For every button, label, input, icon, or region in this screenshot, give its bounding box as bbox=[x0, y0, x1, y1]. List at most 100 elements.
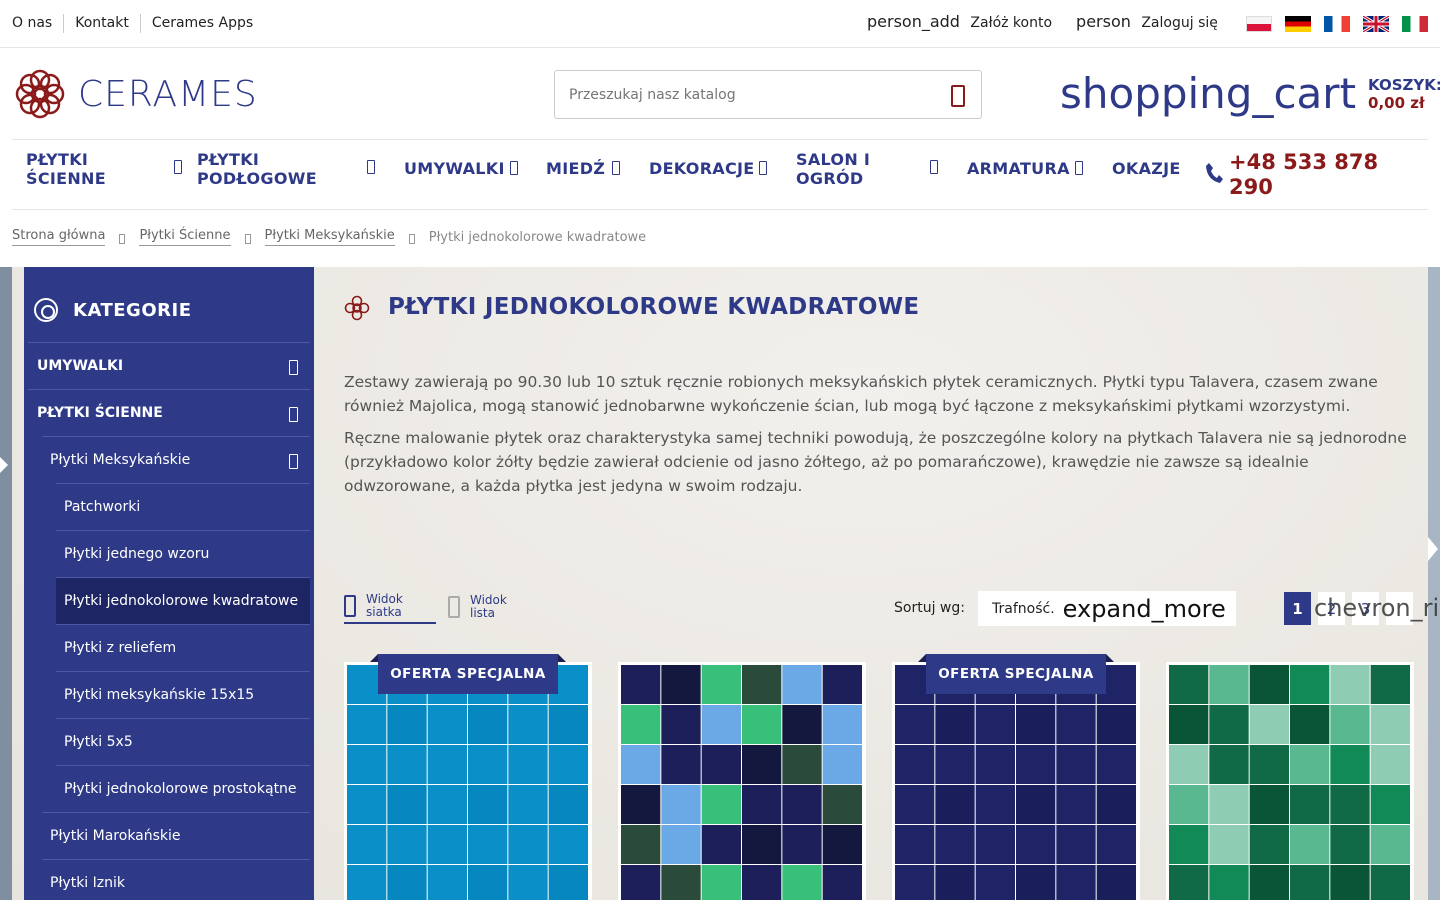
slider-prev-icon[interactable] bbox=[0, 457, 8, 473]
tile bbox=[1370, 665, 1410, 704]
tile bbox=[935, 825, 975, 864]
cart-label: KOSZYK: bbox=[1368, 76, 1440, 94]
link-apps[interactable]: Cerames Apps bbox=[139, 14, 264, 33]
nav-okazje[interactable]: OKAZJE bbox=[1112, 159, 1181, 178]
breadcrumb: Strona główna Płytki Ścienne Płytki Meks… bbox=[12, 228, 646, 246]
nav-plytki-scienne[interactable]: PŁYTKI ŚCIENNE bbox=[26, 150, 182, 188]
tile bbox=[1330, 705, 1370, 744]
sort-select[interactable]: Trafność. expand_more bbox=[978, 591, 1236, 626]
register-link[interactable]: person_add Załóż konto bbox=[867, 12, 1052, 31]
tile bbox=[1016, 825, 1056, 864]
categories-icon bbox=[34, 298, 58, 322]
login-label: Zaloguj się bbox=[1141, 15, 1218, 31]
list-view-button[interactable]: Widok lista bbox=[448, 590, 540, 624]
sidebar-item-plytki-iznik[interactable]: Płytki Iznik bbox=[42, 859, 310, 900]
chevron-down-icon bbox=[367, 160, 375, 174]
sidebar-item-label: Płytki Marokańskie bbox=[50, 828, 181, 844]
nav-dekoracje[interactable]: DEKORACJE bbox=[649, 159, 767, 178]
tile bbox=[782, 825, 822, 864]
nav-label: ARMATURA bbox=[967, 159, 1070, 178]
main-nav: PŁYTKI ŚCIENNE PŁYTKI PODŁOGOWE UMYWALKI… bbox=[12, 139, 1428, 210]
tile bbox=[468, 825, 508, 864]
tile bbox=[1209, 705, 1249, 744]
tile bbox=[621, 865, 661, 900]
sidebar-item-jednokolorowe-kwadratowe[interactable]: Płytki jednokolorowe kwadratowe bbox=[56, 577, 310, 624]
breadcrumb-current: Płytki jednokolorowe kwadratowe bbox=[428, 229, 647, 245]
sidebar-item-jednego-wzoru[interactable]: Płytki jednego wzoru bbox=[56, 530, 310, 577]
tile bbox=[1016, 745, 1056, 784]
link-contact[interactable]: Kontakt bbox=[63, 14, 140, 33]
phone-contact[interactable]: +48 533 878 290 bbox=[1205, 150, 1409, 200]
sidebar-title: KATEGORIE bbox=[73, 299, 192, 321]
tile bbox=[1096, 745, 1136, 784]
tile bbox=[895, 825, 935, 864]
nav-label: OKAZJE bbox=[1112, 159, 1181, 178]
sidebar-item-umywalki[interactable]: UMYWALKI bbox=[28, 342, 310, 389]
tile bbox=[347, 785, 387, 824]
sidebar-item-plytki-meksykanskie[interactable]: Płytki Meksykańskie bbox=[42, 436, 310, 483]
flag-fr-icon[interactable] bbox=[1324, 16, 1350, 32]
sidebar-item-5x5[interactable]: Płytki 5x5 bbox=[56, 718, 310, 765]
tile bbox=[1370, 705, 1410, 744]
sidebar-item-jednokolorowe-prostokatne[interactable]: Płytki jednokolorowe prostokątne bbox=[56, 765, 310, 812]
breadcrumb-plytki-meksykanskie[interactable]: Płytki Meksykańskie bbox=[264, 228, 395, 246]
tile bbox=[742, 705, 782, 744]
sidebar-item-patchworki[interactable]: Patchworki bbox=[56, 483, 310, 530]
product-card[interactable]: OFERTA SPECJALNA bbox=[344, 654, 592, 900]
flag-en-icon[interactable] bbox=[1363, 16, 1389, 32]
breadcrumb-home[interactable]: Strona główna bbox=[12, 228, 106, 246]
nav-label: PŁYTKI PODŁOGOWE bbox=[197, 150, 317, 188]
expand-icon[interactable] bbox=[289, 454, 298, 469]
slider-next-icon[interactable] bbox=[1428, 537, 1438, 561]
expand-icon[interactable] bbox=[289, 360, 298, 375]
product-card[interactable] bbox=[1166, 662, 1414, 900]
chevron-right-icon[interactable]: chevron_right bbox=[1314, 594, 1440, 622]
tile bbox=[347, 825, 387, 864]
tile bbox=[1330, 785, 1370, 824]
tile bbox=[935, 865, 975, 900]
tile bbox=[1290, 825, 1330, 864]
tile bbox=[742, 665, 782, 704]
tile bbox=[621, 785, 661, 824]
tile bbox=[387, 745, 427, 784]
tile bbox=[742, 865, 782, 900]
expand-icon[interactable] bbox=[289, 407, 298, 422]
nav-plytki-podlogowe[interactable]: PŁYTKI PODŁOGOWE bbox=[197, 150, 387, 188]
flag-it-icon[interactable] bbox=[1402, 16, 1428, 32]
product-card[interactable]: OFERTA SPECJALNA bbox=[892, 654, 1140, 900]
tile bbox=[1330, 665, 1370, 704]
chevron-right-icon bbox=[119, 234, 126, 244]
grid-view-button[interactable]: Widok siatka bbox=[344, 590, 436, 624]
link-about[interactable]: O nas bbox=[12, 14, 63, 33]
product-card[interactable] bbox=[618, 662, 866, 900]
search-input[interactable] bbox=[555, 71, 915, 118]
nav-armatura[interactable]: ARMATURA bbox=[967, 159, 1083, 178]
list-view-icon bbox=[448, 596, 460, 618]
nav-salon-i-ogrod[interactable]: SALON I OGRÓD bbox=[796, 150, 946, 188]
tile bbox=[1330, 865, 1370, 900]
tile bbox=[1290, 865, 1330, 900]
sidebar-item-plytki-scienne[interactable]: PŁYTKI ŚCIENNE bbox=[28, 389, 310, 436]
sidebar-item-z-reliefem[interactable]: Płytki z reliefem bbox=[56, 624, 310, 671]
sidebar-item-15x15[interactable]: Płytki meksykańskie 15x15 bbox=[56, 671, 310, 718]
cart-info: KOSZYK: 0,00 zł bbox=[1368, 76, 1440, 112]
breadcrumb-plytki-scienne[interactable]: Płytki Ścienne bbox=[139, 228, 231, 246]
sidebar-item-plytki-marokanskie[interactable]: Płytki Marokańskie bbox=[42, 812, 310, 859]
view-switcher: Widok siatka Widok lista bbox=[344, 590, 540, 624]
cart[interactable]: shopping_cart KOSZYK: 0,00 zł bbox=[1060, 70, 1440, 118]
search-icon[interactable] bbox=[951, 85, 965, 107]
tile bbox=[1290, 745, 1330, 784]
tile bbox=[701, 865, 741, 900]
logo[interactable]: CERAMES bbox=[12, 66, 258, 122]
flag-de-icon[interactable] bbox=[1285, 16, 1311, 32]
chevron-down-icon bbox=[612, 161, 620, 175]
tile bbox=[1169, 865, 1209, 900]
page-1-button[interactable]: 1 bbox=[1284, 592, 1311, 625]
nav-umywalki[interactable]: UMYWALKI bbox=[404, 159, 518, 178]
flag-pl-icon[interactable] bbox=[1246, 16, 1272, 32]
special-offer-badge: OFERTA SPECJALNA bbox=[370, 654, 566, 694]
sidebar-item-label: Patchworki bbox=[64, 499, 141, 515]
login-link[interactable]: person Zaloguj się bbox=[1076, 12, 1218, 31]
sidebar-item-label: PŁYTKI ŚCIENNE bbox=[37, 405, 163, 421]
nav-miedz[interactable]: MIEDŹ bbox=[546, 159, 620, 178]
